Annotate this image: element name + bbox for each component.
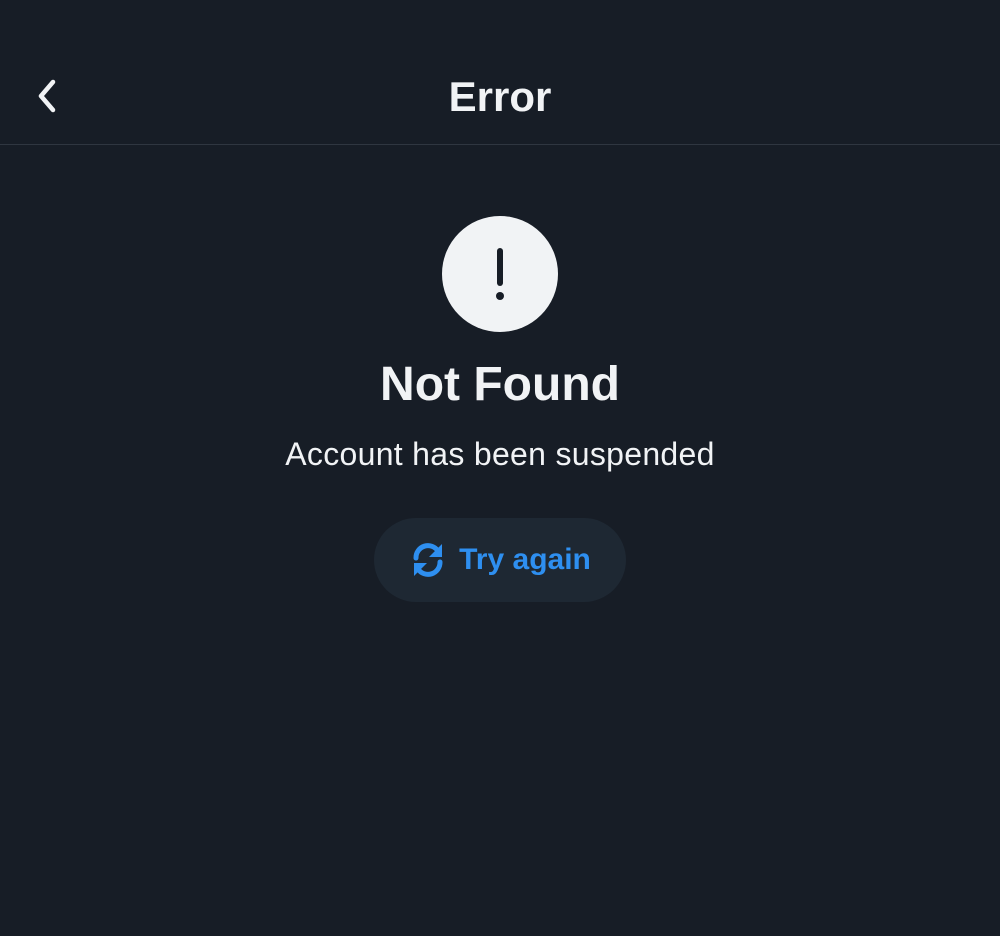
- alert-badge: [442, 216, 558, 332]
- error-screen: Error Not Found Account has been suspend…: [0, 0, 1000, 936]
- try-again-button[interactable]: Try again: [374, 518, 626, 602]
- try-again-label: Try again: [459, 543, 591, 576]
- page-title: Error: [448, 73, 552, 120]
- refresh-icon: [409, 541, 447, 579]
- error-title: Not Found: [380, 358, 620, 411]
- exclamation-icon: [496, 248, 504, 300]
- error-content: Not Found Account has been suspended Try…: [0, 145, 1000, 936]
- error-message: Account has been suspended: [285, 436, 715, 472]
- header-bar: Error: [0, 0, 1000, 145]
